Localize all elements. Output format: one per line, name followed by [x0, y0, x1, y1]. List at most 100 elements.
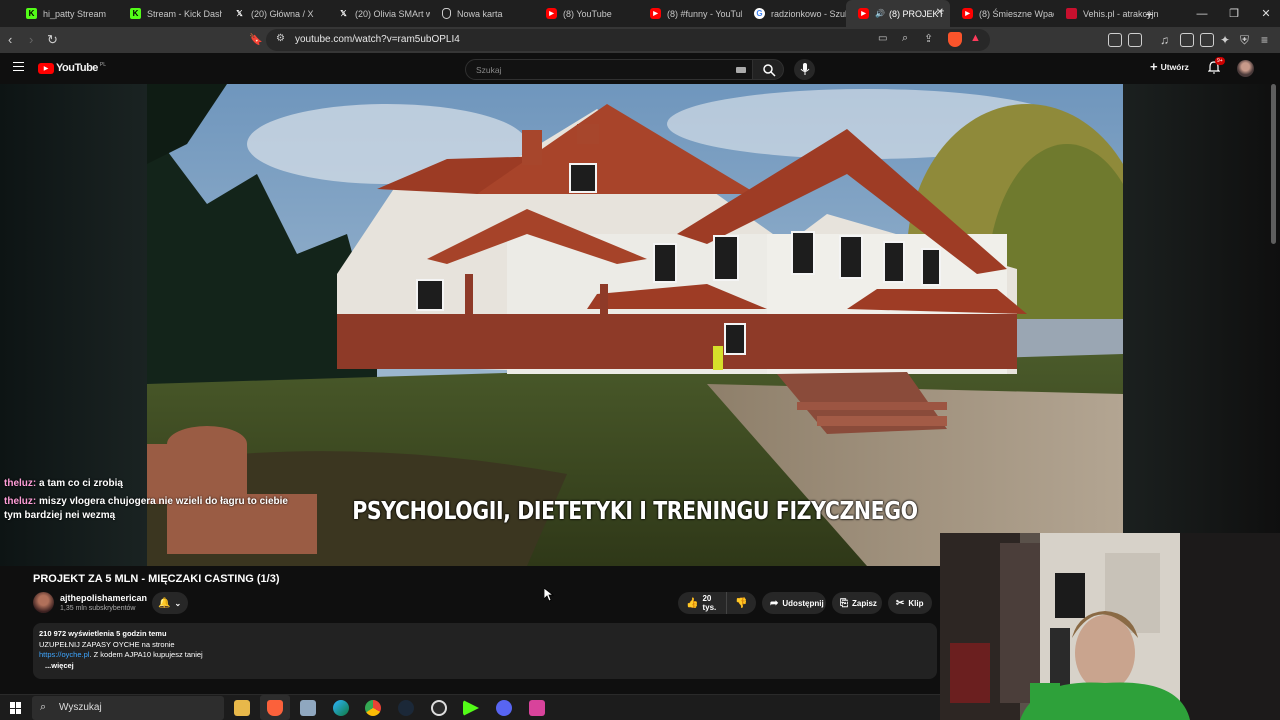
create-button[interactable]: + Utwórz — [1150, 60, 1189, 73]
share-page-icon[interactable]: ⇪ — [924, 32, 933, 45]
subscribed-bell-button[interactable]: 🔔 ⌄ — [152, 592, 188, 614]
tab-label: Nowa karta — [457, 8, 503, 19]
taskbar-search[interactable]: ⌕ Wyszukaj — [32, 696, 224, 720]
webcam-overlay — [940, 533, 1280, 720]
address-bar-row: ‹ › ↻ 🔖 ⚙ youtube.com/watch?v=ram5ubOPLI… — [0, 27, 1280, 53]
mouse-cursor-icon — [544, 588, 554, 602]
kick-icon: K — [130, 8, 141, 19]
reload-icon[interactable]: ↻ — [47, 32, 58, 48]
browser-tab[interactable]: ▶ (8) YouTube — [534, 0, 638, 27]
avatar[interactable] — [1237, 60, 1254, 77]
app-icon[interactable] — [529, 700, 545, 716]
youtube-icon: ▶ — [962, 8, 973, 19]
hamburger-menu-icon[interactable] — [13, 62, 24, 71]
browser-tab[interactable]: 𝕏 (20) Główna / X — [222, 0, 326, 27]
description-link[interactable]: https://oyche.pl — [39, 650, 89, 659]
dislike-button[interactable]: 👎 — [726, 592, 756, 614]
zoom-icon[interactable]: ⌕ — [902, 32, 908, 45]
steam-icon[interactable] — [398, 700, 414, 716]
browser-tab[interactable]: K Stream - Kick Dashb — [118, 0, 222, 27]
browser-tab-active[interactable]: ▶ 🔊 (8) PROJEKT ✕ — [846, 0, 950, 27]
search-icon: ⌕ — [40, 701, 47, 713]
youtube-icon: ▶ — [546, 8, 557, 19]
leo-ai-icon[interactable]: ✦ — [1220, 32, 1230, 48]
chrome-icon[interactable] — [365, 700, 381, 716]
description-text: . Z kodem AJPA10 kupujesz taniej — [89, 650, 203, 659]
speaker-icon: 🔊 — [875, 9, 885, 18]
theater-background-left — [0, 84, 147, 566]
discord-icon[interactable] — [496, 700, 512, 716]
scissors-icon: ✂ — [896, 597, 905, 609]
search-input[interactable]: Szukaj — [465, 59, 753, 80]
back-icon[interactable]: ‹ — [8, 32, 12, 48]
bell-icon: 🔔 — [158, 597, 171, 609]
taskbar-active-indicator — [260, 695, 290, 720]
url-field[interactable]: ⚙ youtube.com/watch?v=ram5ubOPLI4 ▭ ⌕ ⇪ … — [266, 29, 990, 51]
browser-tab[interactable]: Vehis.pl - atrakcyjn — [1054, 0, 1158, 27]
chat-text: miszy vlogera chujogera nie wzieli do ła… — [4, 496, 288, 521]
channel-name[interactable]: ajthepolishamerican — [60, 593, 147, 603]
tab-label: Stream - Kick Dashb — [147, 8, 222, 19]
search-button[interactable] — [752, 59, 784, 80]
forward-icon[interactable]: › — [29, 32, 33, 48]
chat-message: theluz: a tam co ci zrobią — [4, 477, 123, 491]
scrollbar-thumb[interactable] — [1271, 84, 1276, 244]
clip-label: Klip — [908, 598, 924, 608]
wallet-icon[interactable] — [1200, 33, 1214, 47]
youtube-logo-text: YouTube — [56, 62, 98, 74]
url-text: youtube.com/watch?v=ram5ubOPLI4 — [295, 34, 460, 45]
media-icon[interactable]: ♫ — [1160, 32, 1169, 48]
obs-icon[interactable] — [431, 700, 447, 716]
app-icon[interactable] — [300, 700, 316, 716]
browser-tab[interactable]: ▶ (8) Śmieszne Wpadk — [950, 0, 1054, 27]
show-more-button[interactable]: ...więcej — [45, 661, 931, 672]
youtube-region: PL — [99, 62, 107, 68]
theater-background-right — [1123, 84, 1280, 533]
tab-label: (8) YouTube — [563, 8, 612, 19]
browser-tab-bar: Khi_patty Stream K Stream - Kick Dashb 𝕏 (… — [0, 0, 1280, 27]
windows-start-icon[interactable] — [10, 702, 22, 714]
share-icon: ➦ — [770, 597, 779, 609]
video-title: PROJEKT ZA 5 MLN - MIĘCZAKI CASTING (1/3… — [33, 573, 280, 585]
save-button[interactable]: ⎘ Zapisz — [832, 592, 882, 614]
page-scrollbar[interactable] — [1270, 84, 1278, 249]
tab-label: radzionkowo - Szuk — [771, 8, 846, 19]
browser-tab[interactable]: 𝕏 (20) Olivia SMArt w — [326, 0, 430, 27]
notifications-button[interactable]: 9+ — [1207, 57, 1225, 79]
browser-tab[interactable]: Khi_patty Stream — [14, 0, 118, 27]
browser-tab[interactable]: Gradzionkowo - Szuk — [742, 0, 846, 27]
kick-app-icon[interactable] — [463, 700, 479, 716]
screenshot-icon[interactable] — [1128, 33, 1142, 47]
voice-search-button[interactable] — [794, 59, 815, 80]
youtube-logo[interactable]: ▶ YouTube PL — [38, 62, 106, 74]
cast-icon[interactable]: ▭ — [878, 33, 887, 44]
restore-icon[interactable]: ❐ — [1218, 0, 1250, 27]
file-explorer-icon[interactable] — [234, 700, 250, 716]
new-tab-button[interactable]: + — [1145, 6, 1153, 22]
edge-icon[interactable] — [333, 700, 349, 716]
video-frame-house — [147, 84, 1123, 566]
youtube-masthead: ▶ YouTube PL Szukaj + Utwórz 9+ — [0, 53, 1280, 84]
minimize-icon[interactable]: — — [1186, 0, 1218, 27]
youtube-icon: ▶ — [858, 8, 869, 19]
browser-tab[interactable]: Nowa karta — [430, 0, 534, 27]
vpn-icon[interactable]: ⛨ — [1240, 32, 1249, 48]
clip-button[interactable]: ✂ Klip — [888, 592, 932, 614]
menu-icon[interactable]: ≡ — [1261, 32, 1268, 48]
extensions-icon[interactable] — [1108, 33, 1122, 47]
like-button[interactable]: 👍 20 tys. — [678, 592, 726, 614]
video-description[interactable]: 210 972 wyświetlenia 5 godzin temu UZUPE… — [33, 623, 937, 679]
channel-avatar[interactable] — [33, 592, 54, 613]
brave-shields-icon[interactable] — [948, 32, 962, 47]
close-window-icon[interactable]: ✕ — [1250, 0, 1280, 27]
keyboard-icon[interactable] — [736, 67, 746, 73]
video-player[interactable]: PSYCHOLOGII, DIETETYKI I TRENINGU FIZYCZ… — [147, 84, 1123, 566]
sidebar-icon[interactable] — [1180, 33, 1194, 47]
brave-rewards-icon[interactable]: ▲ — [970, 32, 981, 44]
bookmark-icon[interactable]: 🔖 — [249, 32, 263, 48]
browser-tab[interactable]: ▶ (8) #funny - YouTub — [638, 0, 742, 27]
share-button[interactable]: ➦ Udostępnij — [762, 592, 826, 614]
share-label: Udostępnij — [782, 598, 824, 608]
site-info-icon[interactable]: ⚙ — [276, 33, 285, 44]
close-tab-icon[interactable]: ✕ — [936, 7, 944, 18]
